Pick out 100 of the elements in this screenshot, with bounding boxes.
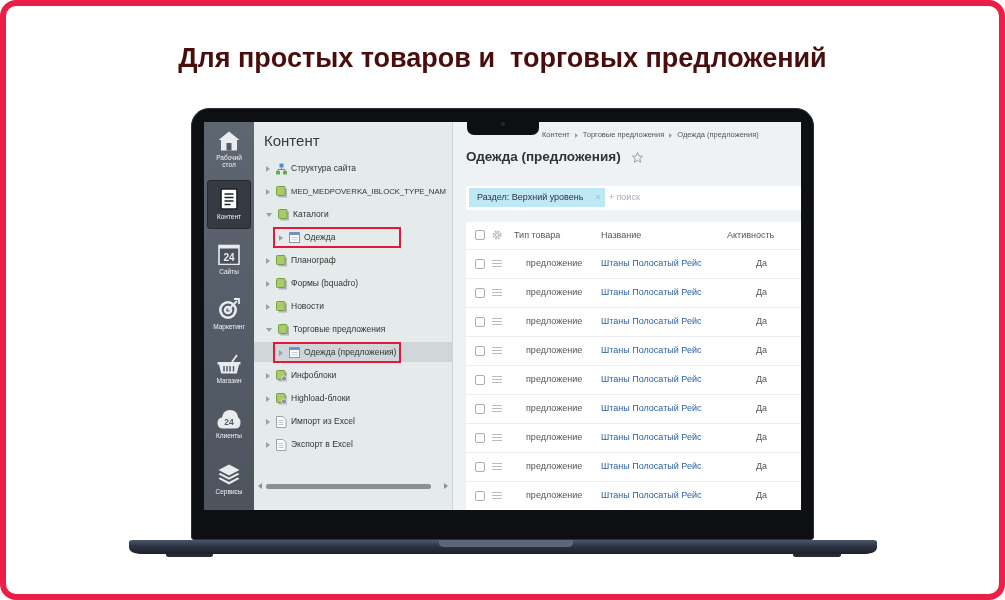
calendar-icon: 24	[218, 243, 240, 265]
menu-icon[interactable]	[492, 463, 502, 471]
stack-icon	[276, 185, 287, 198]
table-cell-text: Да	[755, 345, 768, 356]
table-cell-text: Да	[755, 461, 768, 472]
product-link[interactable]: Штаны Полосатый Рейс	[601, 461, 702, 472]
checkbox[interactable]	[475, 258, 485, 269]
stack-gear-icon	[276, 369, 287, 382]
scroll-right-icon[interactable]	[444, 483, 448, 489]
product-link[interactable]: Штаны Полосатый Рейс	[601, 490, 702, 501]
caret-right-icon[interactable]	[266, 165, 270, 172]
menu-icon[interactable]	[492, 318, 502, 326]
star-icon[interactable]	[631, 151, 643, 163]
checkbox[interactable]	[475, 230, 485, 241]
table-cell-text: предложение	[525, 287, 583, 298]
caret-right-icon[interactable]	[266, 418, 270, 425]
tree-item[interactable]: Формы (bquadro)	[254, 272, 452, 295]
cloud-icon: 24	[217, 409, 241, 430]
caret-right-icon[interactable]	[266, 372, 270, 379]
table-cell-text: Да	[755, 490, 768, 501]
column-header: Название	[601, 229, 642, 240]
table-cell-text: Да	[755, 316, 768, 327]
stack-icon	[276, 254, 287, 267]
stack-icon	[276, 300, 287, 313]
menu-icon[interactable]	[492, 347, 502, 355]
table-cell-text: Да	[755, 287, 768, 298]
search-field[interactable]: + поиск	[608, 191, 729, 205]
tree-item[interactable]: Highload-блоки	[254, 387, 452, 410]
horizontal-scrollbar[interactable]	[258, 481, 448, 491]
table-cell-text: Да	[755, 432, 768, 443]
caret-right-icon[interactable]	[266, 441, 270, 448]
filter-tag-label: Раздел: Верхний уровень	[477, 191, 584, 205]
checkbox[interactable]	[475, 403, 485, 414]
page-heading: Для простых товаров и торговых предложений	[178, 42, 827, 74]
caret-right-icon[interactable]	[279, 349, 283, 356]
table-cell-text: предложение	[525, 345, 583, 356]
tree-item[interactable]: Планограф	[254, 249, 452, 272]
tree-item[interactable]: Импорт из Excel	[254, 410, 452, 433]
target-icon	[218, 298, 240, 321]
product-link[interactable]: Штаны Полосатый Рейс	[601, 432, 702, 443]
caret-right-icon[interactable]	[266, 395, 270, 402]
checkbox[interactable]	[475, 374, 485, 385]
caret-right-icon[interactable]	[266, 303, 270, 310]
scrollbar-thumb[interactable]	[266, 483, 431, 489]
table-cell-text: Да	[755, 258, 768, 269]
menu-icon[interactable]	[492, 289, 502, 297]
product-link[interactable]: Штаны Полосатый Рейс	[601, 403, 702, 414]
tree-item[interactable]: Инфоблоки	[254, 364, 452, 387]
layers-icon	[218, 463, 240, 485]
table-cell-text: предложение	[525, 258, 583, 269]
table-icon	[289, 231, 300, 244]
product-link[interactable]: Штаны Полосатый Рейс	[601, 287, 702, 298]
table-cell-text: предложение	[525, 316, 583, 327]
caret-right-icon[interactable]	[266, 257, 270, 264]
table-cell-text: Да	[755, 403, 768, 414]
tree-item[interactable]: Одежда (предложения)	[254, 341, 452, 364]
checkbox[interactable]	[475, 432, 485, 443]
camera-icon	[500, 122, 505, 126]
table-cell-text: предложение	[525, 403, 583, 414]
menu-icon[interactable]	[492, 405, 502, 413]
product-link[interactable]: Штаны Полосатый Рейс	[601, 316, 702, 327]
menu-icon[interactable]	[492, 492, 502, 500]
basket-icon	[217, 354, 241, 375]
page-icon	[276, 415, 287, 428]
chevron-right-icon	[574, 132, 578, 138]
checkbox[interactable]	[475, 287, 485, 298]
product-link[interactable]: Штаны Полосатый Рейс	[601, 345, 702, 356]
checkbox[interactable]	[475, 345, 485, 356]
tree-item[interactable]: Торговые предложения	[254, 318, 452, 341]
page-icon	[276, 438, 287, 451]
checkbox[interactable]	[475, 461, 485, 472]
checkbox[interactable]	[475, 490, 485, 501]
caret-right-icon[interactable]	[279, 234, 283, 241]
stack-icon	[276, 277, 287, 290]
table-cell-text: Да	[755, 374, 768, 385]
table-icon	[289, 346, 300, 359]
menu-icon[interactable]	[492, 434, 502, 442]
scroll-left-icon[interactable]	[258, 483, 262, 489]
home-icon	[218, 130, 240, 151]
checkbox[interactable]	[475, 316, 485, 327]
stack-icon	[278, 208, 289, 221]
menu-icon[interactable]	[492, 260, 502, 268]
product-link[interactable]: Штаны Полосатый Рейс	[601, 258, 702, 269]
tree-item[interactable]: Структура сайта	[254, 157, 452, 180]
tree-item[interactable]: Новости	[254, 295, 452, 318]
caret-down-icon[interactable]	[266, 327, 272, 332]
stack-gear-icon	[276, 392, 287, 405]
menu-icon[interactable]	[492, 376, 502, 384]
table-cell-text: предложение	[525, 490, 583, 501]
product-link[interactable]: Штаны Полосатый Рейс	[601, 374, 702, 385]
tree-item[interactable]: Одежда	[254, 226, 452, 249]
sitemap-icon	[276, 162, 287, 175]
column-header: Активность	[727, 229, 775, 240]
caret-right-icon[interactable]	[266, 188, 270, 195]
table-cell-text: предложение	[525, 374, 583, 385]
settings-icon[interactable]	[492, 230, 502, 241]
tree-item[interactable]: Каталоги	[254, 203, 452, 226]
caret-right-icon[interactable]	[266, 280, 270, 287]
caret-down-icon[interactable]	[266, 212, 272, 217]
tree-item[interactable]: Экспорт в Excel	[254, 433, 452, 456]
